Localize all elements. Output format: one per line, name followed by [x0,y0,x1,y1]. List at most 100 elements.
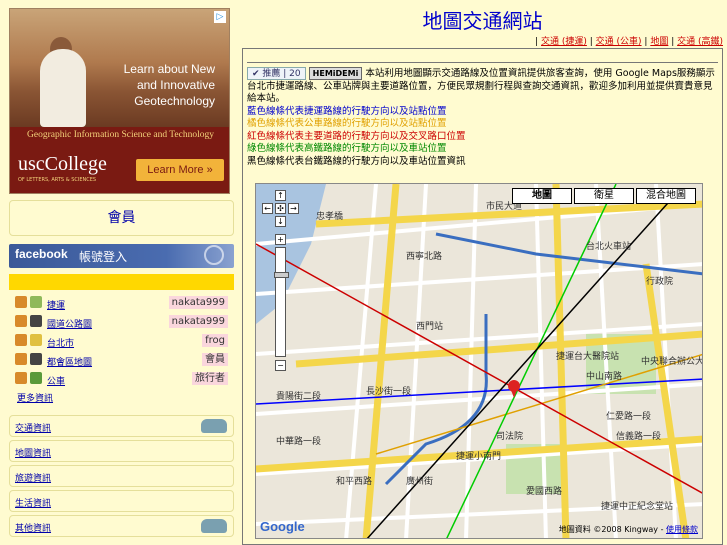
category-label[interactable]: 生活資訊 [15,496,51,509]
zoom-slider-thumb[interactable] [274,272,289,278]
list-item-user[interactable]: 會員 [202,353,228,366]
map-label: 行政院 [646,275,673,287]
map-label: 中山南路 [586,370,622,382]
list-item-title[interactable]: 國道公路圖 [47,317,92,330]
zoom-in-icon[interactable]: + [275,234,286,245]
map-label: 仁愛路一段 [606,410,651,422]
tank-icon [201,519,227,533]
legend-line-orange: 橘色線條代表公車路線的行駛方向以及站點位置 [247,118,447,129]
legend-line-blue: 藍色線條代表捷運路線的行駛方向以及站點位置 [247,105,447,117]
category-label[interactable]: 交通資訊 [15,421,51,434]
zoom-slider[interactable] [274,247,289,357]
map-label: 和平西路 [336,475,372,487]
category-label[interactable]: 地圖資訊 [15,446,51,459]
ad-strip: Geographic Information Science and Techn… [10,127,229,193]
pan-right-icon[interactable]: → [288,203,299,214]
list-item[interactable]: 捷運 nakata999 [13,294,230,312]
member-box-title[interactable]: 會員 [10,201,233,235]
category-box[interactable]: 生活資訊 [9,490,234,512]
ad-headline-line: and Innovative [136,78,215,92]
pan-up-icon[interactable]: ↑ [275,190,286,201]
category-box[interactable]: 交通資訊 [9,415,234,437]
map-type-hybrid-button[interactable]: 混合地圖 [636,188,696,204]
map-label: 西門站 [416,320,443,332]
member-box: 會員 [9,200,234,236]
category-box[interactable]: 地圖資訊 [9,440,234,462]
map-type-icon [30,296,42,308]
list-item[interactable]: 都會區地圖 會員 [13,351,230,369]
zoom-out-icon[interactable]: − [275,360,286,371]
recent-list: 捷運 nakata999 國道公路圖 nakata999 台北市 frog 都會… [9,290,234,412]
ad-learn-more-button[interactable]: Learn More » [136,159,224,181]
tank-icon [201,419,227,433]
list-item[interactable]: 公車 旅行者 [13,370,230,388]
intro-text: 本站利用地圖顯示交通路線及位置資訊提供旅客查詢，使用 [365,68,616,79]
category-box[interactable]: 旅遊資訊 [9,465,234,487]
ad-headline: Learn about New and Innovative Geotechno… [105,61,215,109]
bus-icon [30,315,42,327]
bulb-icon [30,334,42,346]
user-rank-icon [15,296,27,308]
category-label[interactable]: 其他資訊 [15,521,51,534]
ad-headline-line: Geotechnology [134,94,215,108]
sidebar: ▷ Learn about New and Innovative Geotech… [9,8,234,545]
nav-link-metro[interactable]: 交通 (捷運) [541,37,587,47]
ad-strip-text: Geographic Information Science and Techn… [27,130,214,140]
legend-lines: 藍色線條代表捷運路線的行駛方向以及站點位置 橘色線條代表公車路線的行駛方向以及站… [243,106,722,169]
map-label: 台北火車站 [586,240,631,252]
advertisement[interactable]: ▷ Learn about New and Innovative Geotech… [9,8,230,194]
recommend-label: ✔ 推薦 [252,69,281,79]
map-type-map-button[interactable]: 地圖 [512,188,572,204]
pan-left-icon[interactable]: ← [262,203,273,214]
recommend-button[interactable]: ✔ 推薦 | 20 [247,67,306,80]
list-item-title[interactable]: 都會區地圖 [47,355,92,368]
category-box[interactable]: 其他資訊 [9,515,234,537]
more-link[interactable]: 更多資訊 [13,389,230,408]
pan-down-icon[interactable]: ↓ [275,216,286,227]
legend-line-green: 綠色線條代表高鐵路線的行駛方向以及車站位置 [247,143,447,154]
map-label: 長沙街一段 [366,385,411,397]
ad-person [40,49,86,127]
google-logo[interactable]: Google [260,519,305,534]
content-header-bar [247,49,718,63]
nav-link-map[interactable]: 地圖 [650,37,668,47]
category-label[interactable]: 旅遊資訊 [15,471,51,484]
list-item-title[interactable]: 捷運 [47,298,65,311]
map-canvas[interactable]: 忠孝橋 市民大道 西寧北路 台北火車站 西門站 中山南路 仁愛路一段 信義路一段… [256,184,703,539]
ad-logo-sub: OF LETTERS, ARTS & SCIENCES [18,177,97,183]
list-item[interactable]: 國道公路圖 nakata999 [13,313,230,331]
list-item-user[interactable]: nakata999 [168,315,228,328]
hemidemi-button[interactable]: HEMiDEMi [308,67,363,80]
legend-line-black: 黑色線條代表台鐵路線的行駛方向以及車站位置資訊 [247,155,466,167]
map-label: 中華路一段 [276,435,321,447]
list-item[interactable]: 台北市 frog [13,332,230,350]
user-rank-icon [15,334,27,346]
facebook-swirl-icon [204,245,224,265]
facebook-logo: facebook [15,247,68,261]
map-label: 中央聯合辦公大樓 [641,355,703,367]
map-view[interactable]: 忠孝橋 市民大道 西寧北路 台北火車站 西門站 中山南路 仁愛路一段 信義路一段… [255,183,703,539]
list-item-user[interactable]: frog [202,334,228,347]
nav-link-bus[interactable]: 交通 (公車) [596,37,642,47]
terms-of-use-link[interactable]: 使用條款 [666,525,698,534]
map-type-satellite-button[interactable]: 衛星 [574,188,634,204]
map-copyright-text: 地圖資料 ©2008 Kingway - [558,525,664,534]
facebook-login-label: 帳號登入 [79,250,128,264]
main-area: 地圖交通網站 | 交通 (捷運) | 交通 (公車) | 地圖 | 交通 (高鐵… [240,8,725,545]
map-label: 信義路一段 [616,430,661,442]
list-item-user[interactable]: 旅行者 [192,372,228,385]
user-rank-icon [15,372,27,384]
legend-line-red: 紅色線條代表主要道路的行駛方向以及交叉路口位置 [247,130,466,142]
map-label: 愛國西路 [526,485,562,497]
pan-center-icon[interactable]: ✣ [275,203,286,214]
list-item-user[interactable]: nakata999 [168,296,228,309]
map-label: 廣州街 [406,475,433,487]
list-item-title[interactable]: 公車 [47,374,65,387]
user-rank-icon [15,353,27,365]
facebook-login-button[interactable]: facebook 帳號登入 [9,244,234,268]
nav-link-hsr[interactable]: 交通 (高鐵) [677,37,723,47]
list-item-title[interactable]: 台北市 [47,336,74,349]
adchoices-icon[interactable]: ▷ [214,11,226,23]
person-icon [30,372,42,384]
map-label: 捷運中正紀念堂站 [601,500,673,512]
